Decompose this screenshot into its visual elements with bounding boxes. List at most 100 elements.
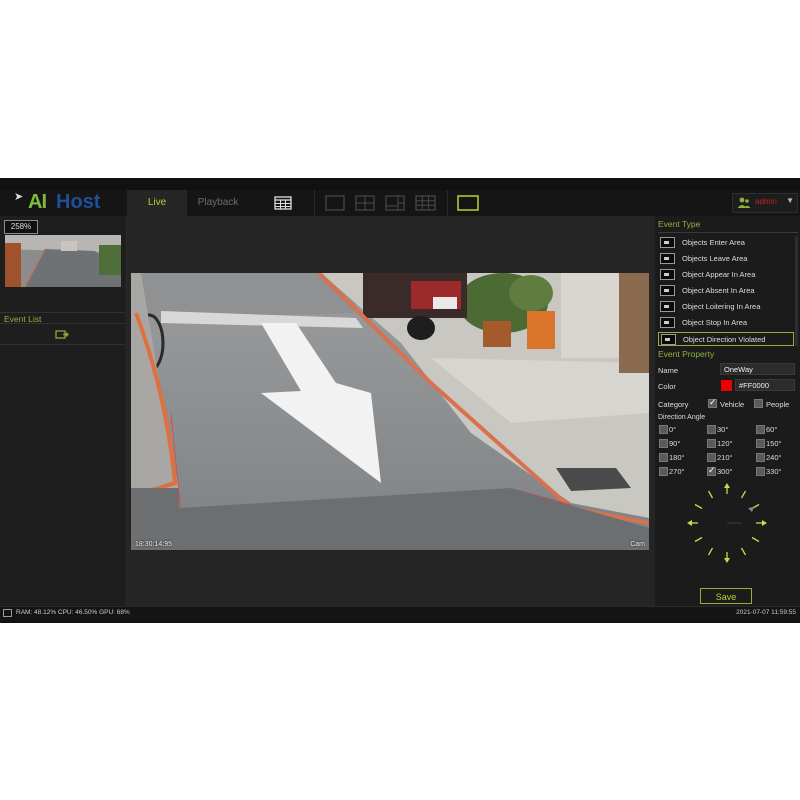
angle-label: 300° [717, 467, 733, 476]
angle-label: 30° [717, 425, 729, 434]
zoom-level-badge: 258% [4, 220, 38, 234]
svg-text:1: 1 [169, 420, 173, 427]
event-type-label: Object Stop In Area [682, 318, 748, 327]
angle-label: 150° [766, 439, 782, 448]
angle-label: 240° [766, 453, 782, 462]
direction-dial[interactable] [682, 478, 772, 568]
event-list-title: Event List [0, 312, 125, 324]
angle-checkbox[interactable] [659, 425, 668, 434]
angle-checkbox[interactable] [659, 467, 668, 476]
category-label: Category [658, 400, 689, 409]
angle-checkbox[interactable] [756, 453, 765, 462]
stop-area-icon [660, 317, 675, 328]
angle-label: 90° [669, 439, 681, 448]
export-icon[interactable] [55, 329, 69, 340]
name-label: Name [658, 366, 679, 375]
angle-checkbox[interactable] [659, 453, 668, 462]
event-type-item[interactable]: Objects Enter Area [658, 236, 794, 250]
angle-checkbox[interactable] [756, 467, 765, 476]
event-type-item[interactable]: Object Loitering In Area [658, 300, 794, 314]
layout-3x3-button[interactable] [408, 190, 444, 216]
street-scene-image: 1 [131, 273, 649, 550]
live-view-area: 1 18:30:14:95 Cam [127, 216, 655, 606]
event-type-label: Object Appear In Area [682, 270, 756, 279]
angle-label: 180° [669, 453, 685, 462]
vehicle-label: Vehicle [720, 400, 745, 409]
angle-label: 120° [717, 439, 733, 448]
angle-checkbox[interactable] [707, 425, 716, 434]
resource-usage: RAM: 48.12% CPU: 46.50% GPU: 68% [16, 609, 130, 616]
angle-label: 0° [669, 425, 677, 434]
event-type-label: Object Direction Violated [683, 335, 766, 344]
top-toolbar: ➤ AI Host Live Playback admin ▼ [0, 190, 800, 216]
event-type-item[interactable]: Object Appear In Area [658, 268, 794, 282]
calendar-icon [274, 196, 292, 210]
color-label: Color [658, 382, 676, 391]
angle-checkbox[interactable] [756, 439, 765, 448]
leave-area-icon [660, 253, 675, 264]
calendar-button[interactable] [265, 190, 301, 216]
event-type-item[interactable]: Object Absent In Area [658, 284, 794, 298]
enter-area-icon [660, 237, 675, 248]
mouse-cursor-icon: ➤ [14, 191, 24, 203]
camera-thumbnail-image [5, 235, 121, 287]
tab-live[interactable]: Live [127, 190, 187, 216]
user-menu[interactable]: admin ▼ [732, 193, 798, 213]
angle-checkbox[interactable] [756, 425, 765, 434]
aihost-logo: ➤ AI Host [4, 190, 126, 216]
angle-checkbox[interactable] [707, 439, 716, 448]
event-type-label: Object Loitering In Area [682, 302, 761, 311]
status-expand-icon[interactable] [3, 609, 12, 617]
event-type-label: Objects Leave Area [682, 254, 748, 263]
logo-host: Host [56, 191, 101, 213]
save-button[interactable]: Save [700, 588, 752, 604]
absent-area-icon [660, 285, 675, 296]
color-input[interactable]: #FF0000 [735, 379, 795, 391]
angle-label: 330° [766, 467, 782, 476]
fullscreen-button[interactable] [447, 190, 484, 216]
fullscreen-icon [457, 195, 479, 211]
angle-checkbox[interactable] [707, 453, 716, 462]
event-type-item[interactable]: Objects Leave Area [658, 252, 794, 266]
direction-violated-icon [661, 334, 676, 345]
layout-1x1-button[interactable] [314, 190, 351, 216]
people-checkbox[interactable] [754, 399, 763, 408]
event-property-title: Event Property [658, 349, 715, 359]
loitering-area-icon [660, 301, 675, 312]
divider [658, 232, 798, 233]
layout-1x1-icon [325, 195, 345, 211]
event-type-item-selected[interactable]: Object Direction Violated [658, 332, 794, 346]
event-list-scrollbar[interactable] [795, 236, 798, 346]
appear-area-icon [660, 269, 675, 280]
camera-name-label: Cam [630, 541, 645, 548]
event-type-title: Event Type [658, 219, 701, 229]
angle-label: 60° [766, 425, 778, 434]
event-type-item[interactable]: Object Stop In Area [658, 316, 794, 330]
user-icon [737, 197, 751, 208]
chevron-down-icon: ▼ [786, 196, 794, 205]
vehicle-checkbox[interactable] [708, 397, 717, 408]
left-panel: 258% Event List [0, 216, 127, 606]
camera-video-feed[interactable]: 1 18:30:14:95 Cam [131, 273, 649, 550]
camera-thumbnail[interactable] [5, 235, 121, 287]
event-type-label: Objects Enter Area [682, 238, 745, 247]
direction-angle-label: Direction Angle [658, 414, 706, 421]
video-timestamp: 18:30:14:95 [135, 541, 172, 548]
datetime-display: 2021-07-07 11:59:55 [736, 609, 796, 616]
tab-playback[interactable]: Playback [188, 190, 248, 216]
status-bar: RAM: 48.12% CPU: 46.50% GPU: 68% 2021-07… [0, 606, 800, 621]
event-type-label: Object Absent In Area [682, 286, 755, 295]
username-label: admin [755, 197, 777, 206]
event-list-toolbar [0, 325, 125, 345]
angle-label: 210° [717, 453, 733, 462]
name-input[interactable]: OneWay [720, 363, 795, 375]
right-settings-panel: Event Type Objects Enter Area Objects Le… [655, 216, 800, 606]
people-label: People [766, 400, 790, 409]
angle-checkbox[interactable] [659, 439, 668, 448]
angle-label: 270° [669, 467, 685, 476]
layout-3x3-icon [415, 195, 436, 211]
color-swatch[interactable] [721, 380, 732, 391]
app-window: ➤ AI Host Live Playback admin ▼ 258% Eve… [0, 178, 800, 623]
angle-checkbox-checked[interactable] [707, 465, 716, 476]
logo-ai: AI [28, 191, 47, 213]
